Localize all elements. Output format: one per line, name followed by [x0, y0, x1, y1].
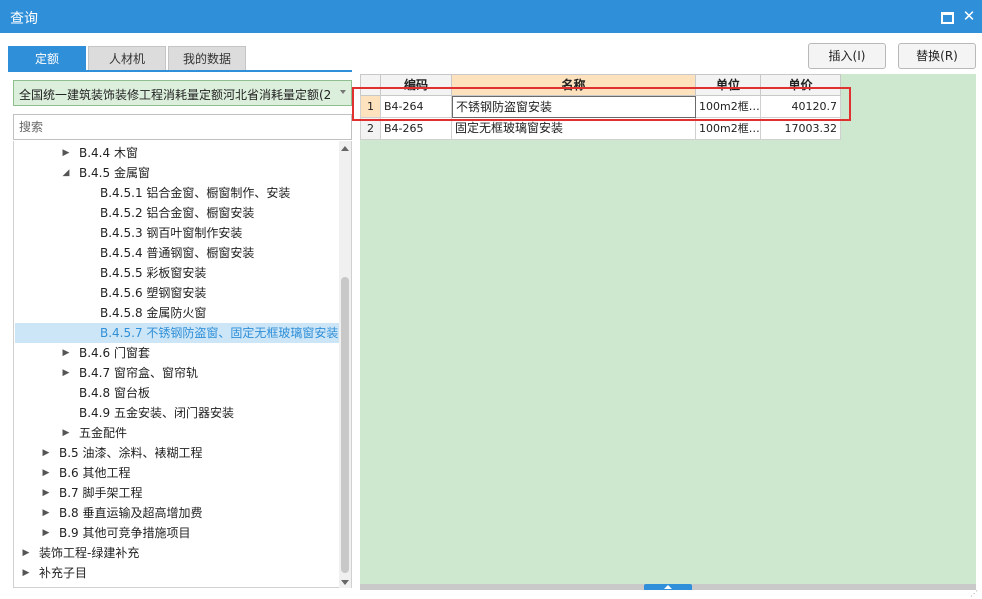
tree-node-label: 补充子目: [39, 566, 88, 580]
tree-node-label: B.4.5.8 金属防火窗: [100, 306, 207, 320]
tree-node-label: B.4.5.6 塑钢窗安装: [100, 286, 207, 300]
row-number: 1: [360, 96, 381, 118]
expand-icon[interactable]: ▶: [41, 483, 51, 503]
tree-node[interactable]: B.4.5.2 铝合金窗、橱窗安装: [15, 203, 339, 223]
scroll-thumb[interactable]: [341, 277, 349, 573]
tree-node[interactable]: ▶ B.8 垂直运输及超高增加费: [15, 503, 339, 523]
resize-grip-icon[interactable]: ⋰: [970, 590, 980, 598]
column-header-unit[interactable]: 单位: [696, 74, 761, 96]
tree-node[interactable]: ▶ B.9 其他可竞争措施项目: [15, 523, 339, 543]
cell-name[interactable]: 固定无框玻璃窗安装: [452, 118, 696, 140]
tree-node-label: B.6 其他工程: [59, 466, 131, 480]
tree-node[interactable]: B.4.5.6 塑钢窗安装: [15, 283, 339, 303]
row-number-header: [360, 74, 381, 96]
expand-icon[interactable]: ▶: [41, 523, 51, 543]
tree-scrollbar[interactable]: [339, 141, 351, 588]
tree-node[interactable]: ▶ 装饰工程-绿建补充: [15, 543, 339, 563]
expand-icon[interactable]: ▶: [61, 423, 71, 443]
library-select[interactable]: 全国统一建筑装饰装修工程消耗量定额河北省消耗量定额(20: [13, 80, 352, 106]
chevron-down-icon[interactable]: [340, 90, 346, 94]
tree-node[interactable]: B.4.8 窗台板: [15, 383, 339, 403]
insert-button[interactable]: 插入(I): [808, 43, 886, 69]
tree-node-label: B.4.4 木窗: [79, 146, 138, 160]
tree-node[interactable]: ▶ B.7 脚手架工程: [15, 483, 339, 503]
tree-node-label: B.4.5.3 钢百叶窗制作安装: [100, 226, 243, 240]
tree-node[interactable]: B.4.9 五金安装、闭门器安装: [15, 403, 339, 423]
scroll-up-icon[interactable]: [341, 146, 349, 151]
cell-price[interactable]: 17003.32: [761, 118, 841, 140]
tab-labor-material-machine[interactable]: 人材机: [88, 46, 166, 70]
tree-node[interactable]: ▶ B.4.7 窗帘盒、窗帘轨: [15, 363, 339, 383]
close-icon[interactable]: ✕: [960, 7, 978, 25]
window-title: 查询: [10, 11, 38, 27]
column-header-name[interactable]: 名称: [452, 74, 696, 96]
tab-quota[interactable]: 定额: [8, 46, 86, 70]
tree-node-label: B.7 脚手架工程: [59, 486, 143, 500]
replace-button[interactable]: 替换(R): [898, 43, 976, 69]
tree-node-label: 装饰工程-绿建补充: [39, 546, 140, 560]
tree-node[interactable]: B.4.5.3 钢百叶窗制作安装: [15, 223, 339, 243]
column-header-price[interactable]: 单价: [761, 74, 841, 96]
cell-code[interactable]: B4-265: [381, 118, 452, 140]
result-grid: [360, 74, 976, 584]
expand-icon[interactable]: ▶: [61, 143, 71, 163]
tree-node-selected[interactable]: B.4.5.7 不锈钢防盗窗、固定无框玻璃窗安装: [15, 323, 339, 343]
tree-node[interactable]: B.4.5.8 金属防火窗: [15, 303, 339, 323]
tree-node-label: B.4.6 门窗套: [79, 346, 150, 360]
tree-node-label: 五金配件: [79, 426, 128, 440]
tree-node[interactable]: ▶ 补充子目: [15, 563, 339, 583]
splitter-toggle[interactable]: [644, 584, 692, 590]
cell-unit[interactable]: 100m2框…: [696, 96, 761, 118]
tree-node-label: B.8 垂直运输及超高增加费: [59, 506, 203, 520]
column-header-code[interactable]: 编码: [381, 74, 452, 96]
cell-code[interactable]: B4-264: [381, 96, 452, 118]
tree-node-label: B.4.5.1 铝合金窗、橱窗制作、安装: [100, 186, 291, 200]
cell-unit[interactable]: 100m2框…: [696, 118, 761, 140]
tree-node-label: B.5 油漆、涂料、裱糊工程: [59, 446, 203, 460]
tree-node[interactable]: ▶ B.6 其他工程: [15, 463, 339, 483]
tree-node-label: B.4.8 窗台板: [79, 386, 150, 400]
scroll-down-icon[interactable]: [341, 580, 349, 585]
tab-underline: [8, 70, 352, 72]
tree-node-label: B.4.5.2 铝合金窗、橱窗安装: [100, 206, 255, 220]
library-select-value: 全国统一建筑装饰装修工程消耗量定额河北省消耗量定额(20: [19, 88, 331, 102]
tree-node[interactable]: ▶ 五金配件: [15, 423, 339, 443]
expand-icon[interactable]: ▶: [21, 543, 31, 563]
expand-icon[interactable]: ▶: [61, 343, 71, 363]
expand-icon[interactable]: ▶: [21, 563, 31, 583]
expand-icon[interactable]: ▶: [41, 443, 51, 463]
search-input[interactable]: [14, 115, 351, 139]
row-number: 2: [360, 118, 381, 140]
tree-node-label: B.4.5 金属窗: [79, 166, 150, 180]
tree-node-label: B.4.5.4 普通钢窗、橱窗安装: [100, 246, 255, 260]
restore-icon[interactable]: [937, 7, 955, 25]
tree-node[interactable]: ◢ B.4.5 金属窗: [15, 163, 339, 183]
expand-icon[interactable]: ▶: [41, 463, 51, 483]
expand-icon[interactable]: ▶: [61, 363, 71, 383]
tree-node[interactable]: ▶ B.4.6 门窗套: [15, 343, 339, 363]
tree-node-label: B.4.9 五金安装、闭门器安装: [79, 406, 234, 420]
title-bar: 查询 ✕: [0, 0, 982, 33]
tab-my-data[interactable]: 我的数据: [168, 46, 246, 70]
tree-node[interactable]: ▶ B.4.4 木窗: [15, 143, 339, 163]
tree-node-label: B.4.5.5 彩板窗安装: [100, 266, 207, 280]
collapse-icon[interactable]: ◢: [61, 163, 71, 183]
expand-icon[interactable]: ▶: [41, 503, 51, 523]
tree-node[interactable]: B.4.5.5 彩板窗安装: [15, 263, 339, 283]
search-box[interactable]: [13, 114, 352, 140]
tree-node[interactable]: ▶ B.5 油漆、涂料、裱糊工程: [15, 443, 339, 463]
cell-price[interactable]: 40120.7: [761, 96, 841, 118]
quota-tree: ▶ B.4.4 木窗 ◢ B.4.5 金属窗 B.4.5.1 铝合金窗、橱窗制作…: [13, 141, 352, 588]
tree-node[interactable]: B.4.5.1 铝合金窗、橱窗制作、安装: [15, 183, 339, 203]
tree-node[interactable]: B.4.5.4 普通钢窗、橱窗安装: [15, 243, 339, 263]
tree-node-label: B.9 其他可竞争措施项目: [59, 526, 191, 540]
tree-node-label: B.4.5.7 不锈钢防盗窗、固定无框玻璃窗安装: [100, 326, 339, 340]
cell-name[interactable]: 不锈钢防盗窗安装: [452, 96, 696, 118]
tree-node-label: B.4.7 窗帘盒、窗帘轨: [79, 366, 198, 380]
